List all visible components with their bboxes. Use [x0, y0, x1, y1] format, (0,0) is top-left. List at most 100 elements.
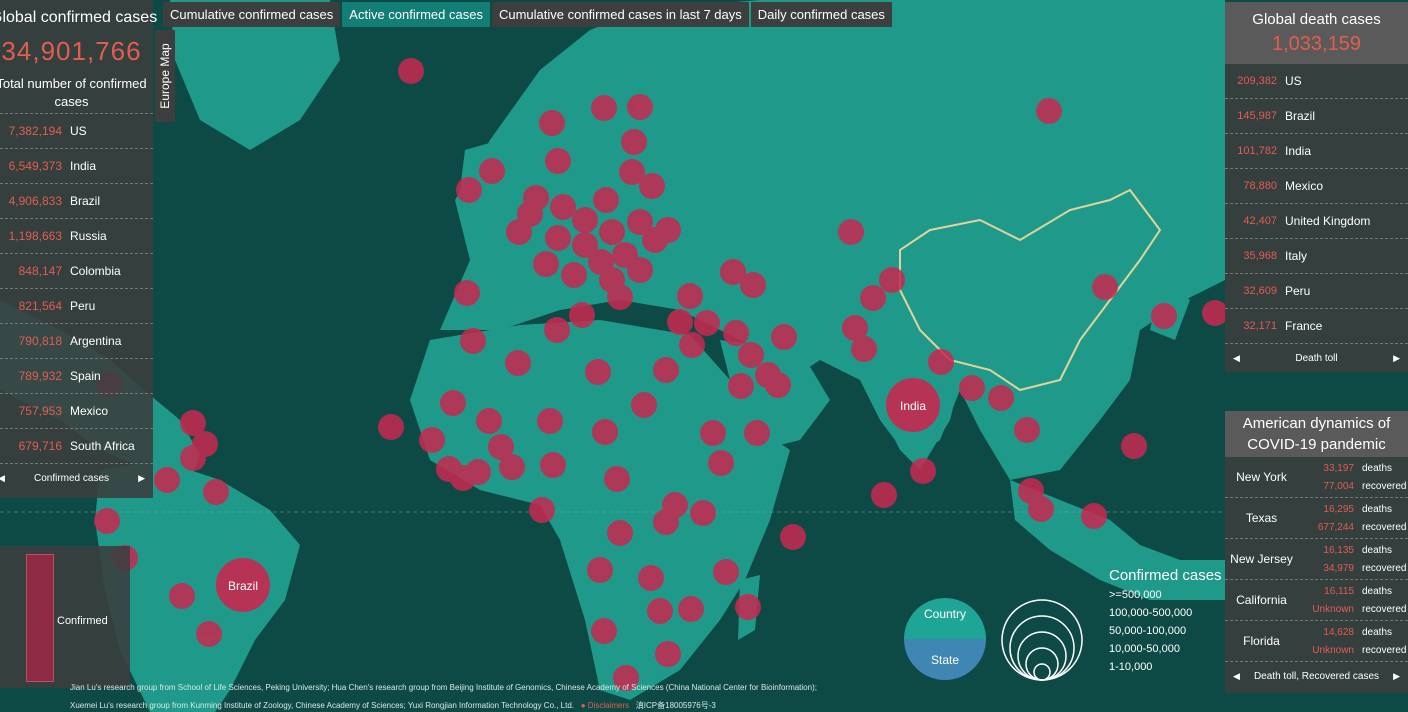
state-row[interactable]: New Jersey 16,135 deaths 34,979 recovered [1225, 539, 1408, 580]
case-bubble[interactable] [1081, 503, 1107, 529]
list-item[interactable]: 145,987 Brazil [1225, 99, 1408, 134]
case-bubble[interactable] [653, 357, 679, 383]
case-bubble[interactable] [655, 641, 681, 667]
list-item[interactable]: 209,382 US [1225, 64, 1408, 99]
case-bubble[interactable] [700, 420, 726, 446]
list-item[interactable]: 7,382,194 US [0, 114, 153, 149]
case-bubble[interactable] [871, 482, 897, 508]
case-bubble[interactable] [642, 227, 668, 253]
case-bubble[interactable] [585, 359, 611, 385]
case-bubble[interactable] [529, 497, 555, 523]
case-bubble[interactable] [744, 420, 770, 446]
case-bubble[interactable] [533, 251, 559, 277]
case-bubble[interactable] [679, 332, 705, 358]
list-item[interactable]: 757,953 Mexico [0, 394, 153, 429]
case-bubble[interactable] [569, 302, 595, 328]
case-bubble[interactable] [94, 508, 120, 534]
case-bubble[interactable] [545, 148, 571, 174]
case-bubble[interactable] [499, 454, 525, 480]
case-bubble[interactable] [1036, 98, 1062, 124]
list-item[interactable]: 32,171 France [1225, 309, 1408, 344]
case-bubble[interactable] [662, 492, 688, 518]
country-state-toggle[interactable]: Country State [902, 596, 988, 682]
case-bubble[interactable] [851, 336, 877, 362]
case-bubble[interactable] [1028, 496, 1054, 522]
case-bubble[interactable] [203, 479, 229, 505]
case-bubble[interactable] [838, 219, 864, 245]
case-bubble[interactable] [545, 225, 571, 251]
case-bubble[interactable] [639, 173, 665, 199]
case-bubble[interactable] [690, 500, 716, 526]
case-bubble[interactable] [959, 375, 985, 401]
case-bubble[interactable] [771, 324, 797, 350]
tab-cumulative-confirmed[interactable]: Cumulative confirmed cases [163, 2, 341, 27]
case-bubble[interactable] [539, 110, 565, 136]
next-arrow-icon[interactable]: ▶ [138, 473, 145, 484]
case-bubble[interactable] [738, 342, 764, 368]
case-bubble[interactable] [1151, 303, 1177, 329]
case-bubble[interactable] [593, 187, 619, 213]
case-bubble[interactable] [544, 317, 570, 343]
case-bubble[interactable] [728, 373, 754, 399]
tab-active-confirmed[interactable]: Active confirmed cases [342, 2, 490, 27]
case-bubble[interactable] [456, 177, 482, 203]
prev-arrow-icon[interactable]: ◀ [0, 473, 5, 484]
list-item[interactable]: 821,564 Peru [0, 289, 153, 324]
case-bubble[interactable] [631, 392, 657, 418]
case-bubble[interactable] [765, 372, 791, 398]
case-bubble[interactable] [735, 594, 761, 620]
case-bubble[interactable] [154, 467, 180, 493]
case-bubble[interactable] [550, 194, 576, 220]
list-item[interactable]: 1,198,663 Russia [0, 219, 153, 254]
case-bubble[interactable] [910, 458, 936, 484]
list-item[interactable]: 789,932 Spain [0, 359, 153, 394]
case-bubble[interactable] [398, 58, 424, 84]
list-item[interactable]: 35,968 Italy [1225, 239, 1408, 274]
prev-arrow-icon[interactable]: ◀ [1233, 671, 1240, 682]
case-bubble[interactable] [505, 350, 531, 376]
case-bubble[interactable] [1014, 417, 1040, 443]
case-bubble[interactable] [678, 596, 704, 622]
list-item[interactable]: 101,782 India [1225, 134, 1408, 169]
case-bubble[interactable] [988, 385, 1014, 411]
case-bubble[interactable] [694, 310, 720, 336]
tab-daily-confirmed[interactable]: Daily confirmed cases [750, 2, 892, 27]
case-bubble[interactable] [419, 427, 445, 453]
case-bubble[interactable] [476, 408, 502, 434]
case-bubble[interactable] [460, 328, 486, 354]
case-bubble[interactable] [572, 207, 598, 233]
case-bubble[interactable] [627, 94, 653, 120]
next-arrow-icon[interactable]: ▶ [1393, 671, 1400, 682]
state-toggle-label[interactable]: State [931, 653, 959, 667]
list-item[interactable]: 78,880 Mexico [1225, 169, 1408, 204]
case-bubble[interactable] [537, 408, 563, 434]
case-bubble[interactable] [587, 557, 613, 583]
case-bubble[interactable] [591, 95, 617, 121]
case-bubble[interactable] [378, 414, 404, 440]
list-item[interactable]: 6,549,373 India [0, 149, 153, 184]
case-bubble[interactable] [607, 284, 633, 310]
case-bubble[interactable] [780, 524, 806, 550]
case-bubble[interactable] [621, 129, 647, 155]
next-arrow-icon[interactable]: ▶ [1393, 353, 1400, 364]
case-bubble[interactable] [627, 257, 653, 283]
case-bubble[interactable] [599, 219, 625, 245]
list-item[interactable]: 790,818 Argentina [0, 324, 153, 359]
case-bubble[interactable] [879, 267, 905, 293]
tab-last-7-days[interactable]: Cumulative confirmed cases in last 7 day… [491, 2, 749, 27]
case-bubble[interactable] [740, 272, 766, 298]
list-item[interactable]: 42,407 United Kingdom [1225, 204, 1408, 239]
case-bubble[interactable] [479, 158, 505, 184]
case-bubble[interactable] [677, 283, 703, 309]
state-row[interactable]: California 16,115 deaths Unknown recovered [1225, 580, 1408, 621]
list-item[interactable]: 4,906,833 Brazil [0, 184, 153, 219]
case-bubble[interactable] [540, 452, 566, 478]
case-bubble[interactable] [1121, 433, 1147, 459]
case-bubble[interactable] [440, 390, 466, 416]
case-bubble[interactable] [561, 262, 587, 288]
case-bubble[interactable] [647, 598, 673, 624]
list-item[interactable]: 679,716 South Africa [0, 429, 153, 464]
case-bubble[interactable] [465, 459, 491, 485]
case-bubble[interactable] [592, 419, 618, 445]
case-bubble[interactable] [604, 466, 630, 492]
